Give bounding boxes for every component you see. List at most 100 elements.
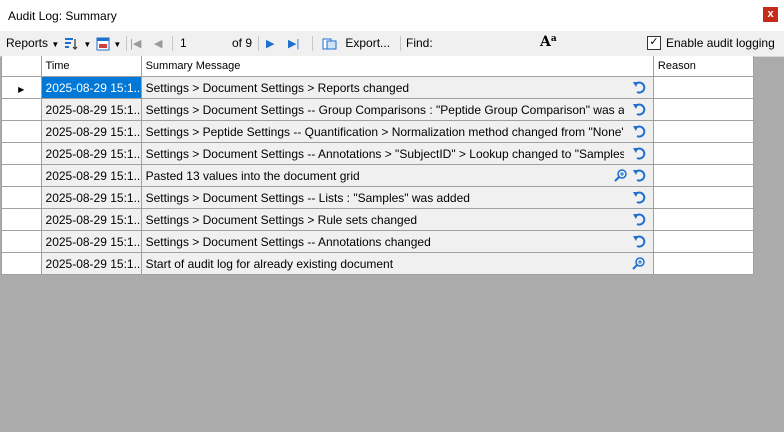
row-header[interactable] <box>2 120 42 143</box>
time-cell[interactable]: 2025-08-29 15:1... <box>41 120 142 143</box>
enable-audit-checkbox[interactable]: ✓ <box>647 36 661 50</box>
summary-cell[interactable]: Settings > Document Settings -- Group Co… <box>141 98 654 121</box>
reason-cell[interactable] <box>653 76 755 99</box>
title-bar: Audit Log: Summary x <box>0 0 784 31</box>
summary-text: Pasted 13 values into the document grid <box>145 168 360 183</box>
reason-cell[interactable] <box>653 252 755 275</box>
time-cell[interactable]: 2025-08-29 15:1... <box>41 208 142 231</box>
row-actions <box>629 256 647 273</box>
reason-cell[interactable] <box>653 142 755 165</box>
row-actions <box>629 146 647 163</box>
page-total: of 9 <box>232 36 253 50</box>
table-row[interactable]: 2025-08-29 15:1... Settings > Document Se… <box>2 208 755 231</box>
reason-cell[interactable] <box>653 208 755 231</box>
audit-log-grid: Time Summary Message Reason ▶ 2025-08-29 … <box>1 56 755 275</box>
summary-cell[interactable]: Start of audit log for already existing … <box>141 252 654 275</box>
column-header-summary[interactable]: Summary Message <box>141 56 654 77</box>
export-button[interactable]: Export... <box>322 36 390 51</box>
last-page-icon[interactable]: ▶| <box>288 37 299 50</box>
table-row[interactable]: ▶ 2025-08-29 15:1... Settings > Document S… <box>2 76 755 99</box>
filter-icon <box>65 37 78 50</box>
table-row[interactable]: 2025-08-29 15:1... Settings > Peptide Set… <box>2 120 755 143</box>
prev-page-icon[interactable]: ◀ <box>154 37 162 50</box>
undo-icon[interactable] <box>631 146 647 163</box>
time-cell[interactable]: 2025-08-29 15:1... <box>41 98 142 121</box>
row-actions <box>611 168 647 185</box>
summary-text: Settings > Document Settings -- Group Co… <box>145 102 624 117</box>
close-button[interactable]: x <box>763 7 778 22</box>
summary-cell[interactable]: Settings > Peptide Settings -- Quantific… <box>141 120 654 143</box>
table-row[interactable]: 2025-08-29 15:1... Settings > Document Se… <box>2 98 755 121</box>
summary-cell[interactable]: Settings > Document Settings -- Annotati… <box>141 142 654 165</box>
summary-text: Settings > Document Settings > Rule sets… <box>145 212 418 227</box>
summary-cell[interactable]: Settings > Document Settings -- Lists : … <box>141 186 654 209</box>
summary-cell[interactable]: Settings > Document Settings > Reports c… <box>141 76 654 99</box>
row-header[interactable] <box>2 252 42 275</box>
table-row[interactable]: 2025-08-29 15:1... Settings > Document Se… <box>2 186 755 209</box>
chevron-down-icon: ▼ <box>51 40 60 49</box>
first-page-icon[interactable]: |◀ <box>130 37 141 50</box>
row-header[interactable] <box>2 142 42 165</box>
summary-cell[interactable]: Settings > Document Settings > Rule sets… <box>141 208 654 231</box>
reason-cell[interactable] <box>653 186 755 209</box>
summary-text: Settings > Document Settings -- Annotati… <box>145 146 624 161</box>
layout-dropdown[interactable]: ▼ <box>96 36 121 51</box>
row-header[interactable]: ▶ <box>2 76 42 99</box>
row-actions <box>629 234 647 251</box>
reason-cell[interactable] <box>653 164 755 187</box>
summary-text: Settings > Document Settings -- Lists : … <box>145 190 470 205</box>
row-actions <box>629 102 647 119</box>
row-header[interactable] <box>2 164 42 187</box>
table-row[interactable]: 2025-08-29 15:1... Settings > Document Se… <box>2 230 755 253</box>
zoom-icon[interactable] <box>613 168 629 185</box>
undo-icon[interactable] <box>631 190 647 207</box>
time-cell[interactable]: 2025-08-29 15:1... <box>41 164 142 187</box>
layout-icon <box>96 37 110 51</box>
export-label: Export... <box>345 36 391 50</box>
zoom-icon[interactable] <box>631 256 647 273</box>
export-icon <box>322 38 337 50</box>
summary-cell[interactable]: Settings > Document Settings -- Annotati… <box>141 230 654 253</box>
row-actions <box>629 80 647 97</box>
row-header[interactable] <box>2 186 42 209</box>
time-cell[interactable]: 2025-08-29 15:1... <box>41 230 142 253</box>
column-header-reason[interactable]: Reason <box>653 56 755 77</box>
time-cell[interactable]: 2025-08-29 15:1... <box>41 252 142 275</box>
table-row[interactable]: 2025-08-29 15:1... Settings > Document Se… <box>2 142 755 165</box>
font-size-icon[interactable]: Aa <box>540 34 557 50</box>
time-cell[interactable]: 2025-08-29 15:1... <box>41 142 142 165</box>
table-row[interactable]: 2025-08-29 15:1... Start of audit log for… <box>2 252 755 275</box>
filter-dropdown[interactable]: ▼ <box>64 36 91 51</box>
undo-icon[interactable] <box>631 234 647 251</box>
current-row-indicator-icon: ▶ <box>18 84 25 94</box>
summary-text: Settings > Peptide Settings -- Quantific… <box>145 124 624 139</box>
time-cell[interactable]: 2025-08-29 15:1... <box>41 76 142 99</box>
undo-icon[interactable] <box>631 124 647 141</box>
row-header[interactable] <box>2 208 42 231</box>
row-header[interactable] <box>2 230 42 253</box>
row-actions <box>629 190 647 207</box>
next-page-icon[interactable]: ▶ <box>266 37 274 50</box>
summary-cell[interactable]: Pasted 13 values into the document grid <box>141 164 654 187</box>
undo-icon[interactable] <box>631 168 647 185</box>
reason-cell[interactable] <box>653 98 755 121</box>
find-label: Find: <box>406 36 433 50</box>
reports-label: Reports <box>6 36 49 50</box>
reason-cell[interactable] <box>653 120 755 143</box>
undo-icon[interactable] <box>631 102 647 119</box>
undo-icon[interactable] <box>631 212 647 229</box>
summary-text: Start of audit log for already existing … <box>145 256 394 271</box>
column-header-time[interactable]: Time <box>41 56 142 77</box>
reason-cell[interactable] <box>653 230 755 253</box>
undo-icon[interactable] <box>631 80 647 97</box>
summary-text: Settings > Document Settings > Reports c… <box>145 80 410 95</box>
reports-dropdown[interactable]: Reports ▼ <box>6 36 59 50</box>
row-actions <box>629 212 647 229</box>
summary-text: Settings > Document Settings -- Annotati… <box>145 234 431 249</box>
table-row[interactable]: 2025-08-29 15:1... Pasted 13 values into … <box>2 164 755 187</box>
enable-audit-label: Enable audit logging <box>666 36 775 50</box>
page-input[interactable]: 1 <box>180 36 187 50</box>
window-title: Audit Log: Summary <box>8 9 117 23</box>
time-cell[interactable]: 2025-08-29 15:1... <box>41 186 142 209</box>
row-header[interactable] <box>2 98 42 121</box>
